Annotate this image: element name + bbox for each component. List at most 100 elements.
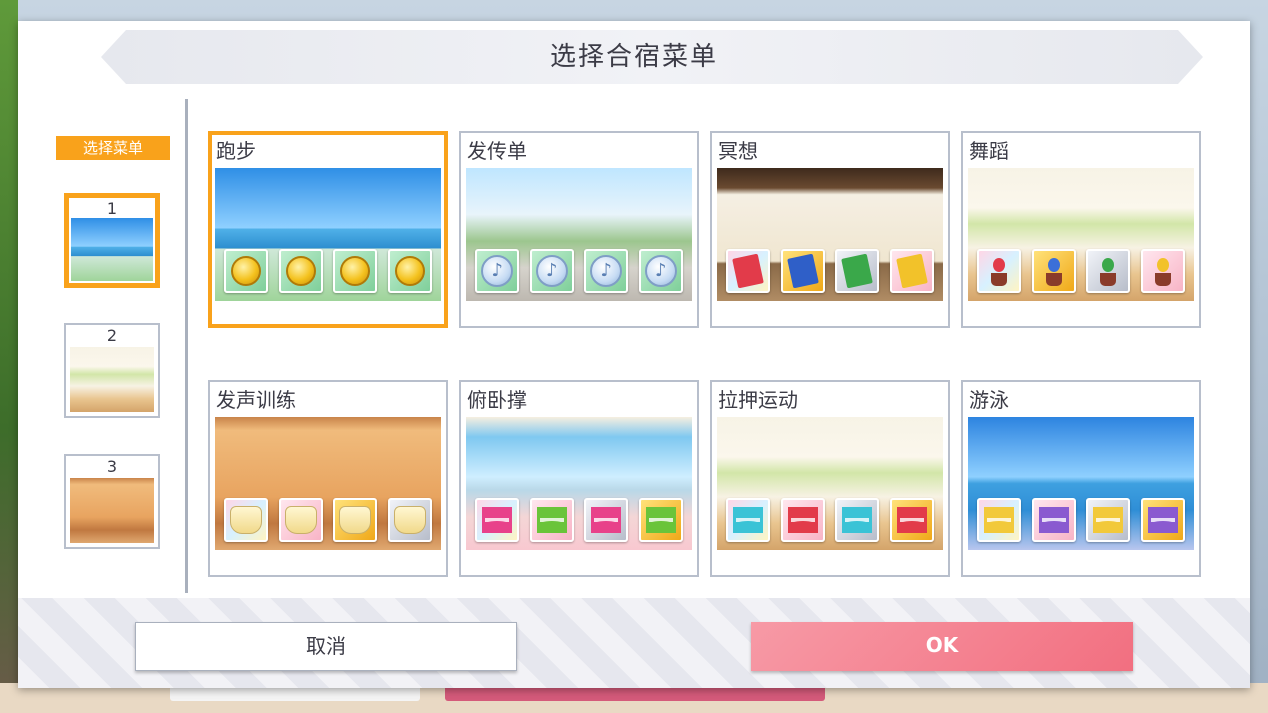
menu-name: 发传单	[467, 139, 527, 163]
pink-macaron-icon	[482, 507, 513, 533]
reward-slot	[224, 249, 269, 293]
blue-macaron-icon	[733, 507, 764, 533]
slot-thumbnail-music-room	[70, 478, 154, 543]
reward-slot	[889, 498, 934, 542]
menu-scene-beach	[215, 168, 441, 301]
slot-2[interactable]: 2	[64, 323, 160, 418]
music-note-badge-icon: ♪	[481, 255, 514, 287]
menu-card-meditation[interactable]: 冥想	[710, 131, 950, 328]
green-macaron-icon	[645, 507, 676, 533]
menu-scene-town: ♪ ♪ ♪ ♪	[466, 168, 692, 301]
reward-slot	[726, 498, 771, 542]
menu-scene-dojo	[717, 168, 943, 301]
reward-slot: ♪	[529, 249, 574, 293]
yellow-book-icon	[895, 253, 928, 289]
red-macaron-icon	[787, 507, 818, 533]
ok-button[interactable]: OK	[751, 622, 1133, 671]
vertical-divider	[185, 99, 188, 593]
pink-macaron-icon	[591, 507, 622, 533]
reward-slot	[278, 498, 323, 542]
pudding-icon	[230, 506, 263, 534]
menu-scene-studio	[717, 417, 943, 550]
red-flower-pot-icon	[986, 256, 1012, 286]
menu-card-pushups[interactable]: 俯卧撑	[459, 380, 699, 577]
slot-1[interactable]: 1	[64, 193, 160, 288]
gold-coin-icon	[231, 256, 262, 286]
select-menu-tag: 选择菜单	[56, 136, 170, 160]
pudding-icon	[339, 506, 372, 534]
gold-coin-icon	[340, 256, 371, 286]
menu-name: 冥想	[718, 139, 758, 163]
reward-slot	[1086, 249, 1131, 293]
background-left-edge	[0, 0, 18, 713]
pudding-icon	[393, 506, 426, 534]
gold-coin-icon	[394, 256, 425, 286]
blue-macaron-icon	[842, 507, 873, 533]
slot-3[interactable]: 3	[64, 454, 160, 549]
reward-slot	[835, 249, 880, 293]
menu-card-dance[interactable]: 舞蹈	[961, 131, 1201, 328]
pudding-icon	[284, 506, 317, 534]
slot-thumbnail-beach	[71, 218, 153, 281]
reward-icons	[215, 498, 441, 544]
reward-icons	[215, 249, 441, 295]
reward-slot: ♪	[638, 249, 683, 293]
menu-scene-music-room	[215, 417, 441, 550]
reward-slot	[333, 249, 378, 293]
menu-name: 俯卧撑	[467, 388, 527, 412]
reward-slot	[835, 498, 880, 542]
menu-name: 跑步	[216, 139, 256, 163]
cancel-button[interactable]: 取消	[135, 622, 517, 671]
reward-slot	[1140, 498, 1185, 542]
reward-icons	[968, 249, 1194, 295]
menu-scene-gym	[466, 417, 692, 550]
reward-slot	[1031, 249, 1076, 293]
reward-slot	[333, 498, 378, 542]
menu-card-stretching[interactable]: 拉押运动	[710, 380, 950, 577]
blue-book-icon	[786, 253, 819, 289]
dialog-title: 选择合宿菜单	[549, 42, 718, 72]
slot-thumbnail-studio	[70, 347, 154, 412]
red-book-icon	[732, 253, 765, 289]
reward-icons	[466, 498, 692, 544]
reward-slot	[475, 498, 520, 542]
reward-slot	[780, 498, 825, 542]
reward-slot	[278, 249, 323, 293]
camp-menu-dialog: 选择合宿菜单 选择菜单 1 2 3 跑步 发传单 ♪ ♪ ♪ ♪ 冥想 舞蹈 发…	[18, 21, 1250, 688]
reward-slot	[387, 249, 432, 293]
purple-macaron-icon	[1147, 507, 1178, 533]
reward-slot	[1031, 498, 1076, 542]
red-macaron-icon	[896, 507, 927, 533]
reward-slot	[224, 498, 269, 542]
menu-name: 发声训练	[216, 388, 296, 412]
reward-icons: ♪ ♪ ♪ ♪	[466, 249, 692, 295]
menu-name: 游泳	[969, 388, 1009, 412]
menu-name: 拉押运动	[718, 388, 798, 412]
slot-number: 3	[106, 457, 118, 476]
reward-slot: ♪	[475, 249, 520, 293]
menu-card-running[interactable]: 跑步	[208, 131, 448, 328]
green-macaron-icon	[536, 507, 567, 533]
sprout-pot-icon	[1095, 256, 1121, 286]
menu-scene-studio	[968, 168, 1194, 301]
music-note-badge-icon: ♪	[535, 255, 568, 287]
reward-slot	[529, 498, 574, 542]
purple-macaron-icon	[1038, 507, 1069, 533]
reward-slot	[1140, 249, 1185, 293]
music-note-badge-icon: ♪	[644, 255, 677, 287]
reward-slot	[387, 498, 432, 542]
blue-flower-pot-icon	[1041, 256, 1067, 286]
menu-name: 舞蹈	[969, 139, 1009, 163]
green-book-icon	[841, 253, 874, 289]
reward-slot	[780, 249, 825, 293]
reward-slot	[726, 249, 771, 293]
menu-card-flyers[interactable]: 发传单 ♪ ♪ ♪ ♪	[459, 131, 699, 328]
menu-card-vocal-training[interactable]: 发声训练	[208, 380, 448, 577]
reward-slot	[584, 498, 629, 542]
yellow-macaron-icon	[1093, 507, 1124, 533]
slot-number: 1	[106, 199, 118, 218]
menu-card-swimming[interactable]: 游泳	[961, 380, 1201, 577]
reward-slot	[977, 498, 1022, 542]
reward-icons	[968, 498, 1194, 544]
reward-slot	[889, 249, 934, 293]
